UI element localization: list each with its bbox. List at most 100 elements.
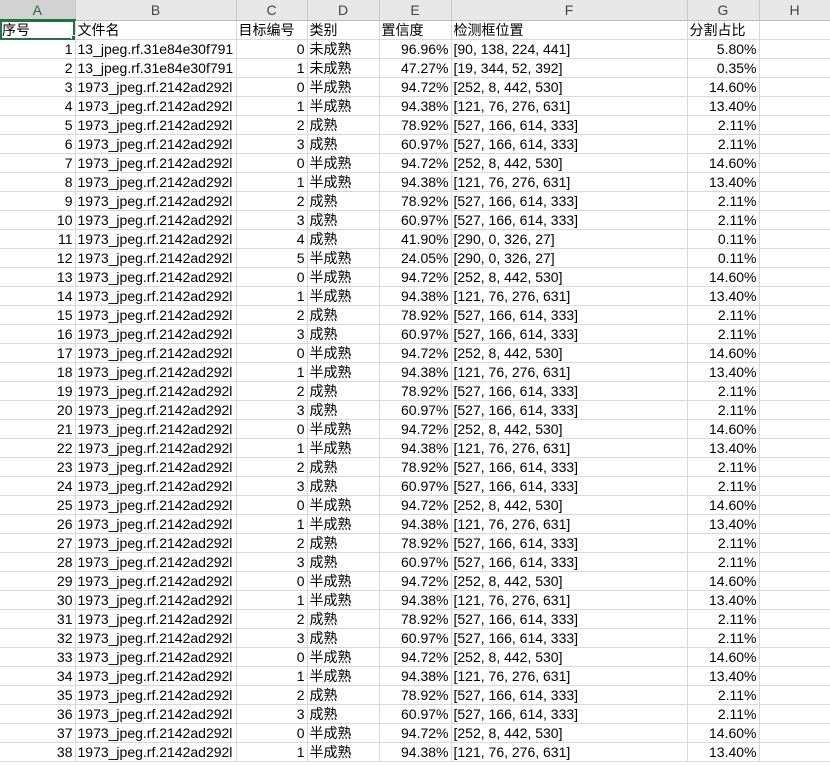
cell-bbox[interactable]: [527, 166, 614, 333] — [451, 685, 688, 705]
cell-bbox[interactable]: [527, 166, 614, 333] — [451, 134, 688, 154]
cell-target-id[interactable]: 0 — [236, 267, 308, 287]
cell-category[interactable]: 成熟 — [307, 704, 380, 724]
header-cell-category[interactable]: 类别 — [307, 20, 380, 40]
cell-bbox[interactable]: [121, 76, 276, 631] — [451, 742, 688, 762]
cell-confidence[interactable]: 78.92% — [379, 305, 452, 325]
cell-category[interactable]: 成熟 — [307, 210, 380, 230]
cell-target-id[interactable]: 0 — [236, 77, 308, 97]
fill-handle[interactable] — [70, 35, 74, 39]
cell-index[interactable]: 30 — [0, 590, 76, 610]
cell-bbox[interactable]: [527, 166, 614, 333] — [451, 191, 688, 211]
cell-category[interactable]: 成熟 — [307, 229, 380, 249]
cell-bbox[interactable]: [252, 8, 442, 530] — [451, 267, 688, 287]
cell-category[interactable]: 未成熟 — [307, 39, 380, 59]
cell-category[interactable]: 成熟 — [307, 628, 380, 648]
cell-target-id[interactable]: 0 — [236, 153, 308, 173]
cell-confidence[interactable]: 78.92% — [379, 457, 452, 477]
cell-seg-ratio[interactable]: 2.11% — [687, 210, 760, 230]
cell-bbox[interactable]: [527, 166, 614, 333] — [451, 400, 688, 420]
cell-filename[interactable]: 1973_jpeg.rf.2142ad292l — [75, 704, 237, 724]
cell-bbox[interactable]: [527, 166, 614, 333] — [451, 457, 688, 477]
cell-index[interactable]: 7 — [0, 153, 76, 173]
header-cell-seg-ratio[interactable]: 分割占比 — [687, 20, 760, 40]
cell-category[interactable]: 半成熟 — [307, 742, 380, 762]
cell-bbox[interactable]: [252, 8, 442, 530] — [451, 647, 688, 667]
cell-bbox[interactable]: [527, 166, 614, 333] — [451, 609, 688, 629]
cell-confidence[interactable]: 94.72% — [379, 343, 452, 363]
cell-bbox[interactable]: [527, 166, 614, 333] — [451, 704, 688, 724]
cell-seg-ratio[interactable]: 2.11% — [687, 400, 760, 420]
cell-confidence[interactable]: 60.97% — [379, 134, 452, 154]
cell-confidence[interactable]: 94.72% — [379, 495, 452, 515]
cell-index[interactable]: 3 — [0, 77, 76, 97]
cell-index[interactable]: 4 — [0, 96, 76, 116]
cell-seg-ratio[interactable]: 13.40% — [687, 362, 760, 382]
cell-bbox[interactable]: [527, 166, 614, 333] — [451, 210, 688, 230]
cell-target-id[interactable]: 0 — [236, 571, 308, 591]
cell-target-id[interactable]: 2 — [236, 457, 308, 477]
cell-empty[interactable] — [759, 39, 830, 59]
cell-bbox[interactable]: [121, 76, 276, 631] — [451, 172, 688, 192]
cell-filename[interactable]: 1973_jpeg.rf.2142ad292l — [75, 590, 237, 610]
cell-empty[interactable] — [759, 210, 830, 230]
cell-seg-ratio[interactable]: 2.11% — [687, 305, 760, 325]
cell-empty[interactable] — [759, 704, 830, 724]
cell-index[interactable]: 22 — [0, 438, 76, 458]
cell-target-id[interactable]: 1 — [236, 666, 308, 686]
cell-confidence[interactable]: 94.72% — [379, 647, 452, 667]
cell-filename[interactable]: 1973_jpeg.rf.2142ad292l — [75, 267, 237, 287]
cell-target-id[interactable]: 3 — [236, 210, 308, 230]
cell-target-id[interactable]: 0 — [236, 419, 308, 439]
cell-empty[interactable] — [759, 571, 830, 591]
cell-index[interactable]: 31 — [0, 609, 76, 629]
cell-filename[interactable]: 1973_jpeg.rf.2142ad292l — [75, 723, 237, 743]
cell-confidence[interactable]: 60.97% — [379, 704, 452, 724]
cell-category[interactable]: 成熟 — [307, 552, 380, 572]
cell-empty[interactable] — [759, 495, 830, 515]
cell-empty[interactable] — [759, 628, 830, 648]
column-header-b[interactable]: B — [75, 0, 237, 21]
cell-filename[interactable]: 1973_jpeg.rf.2142ad292l — [75, 305, 237, 325]
cell-seg-ratio[interactable]: 2.11% — [687, 476, 760, 496]
cell-empty[interactable] — [759, 685, 830, 705]
cell-confidence[interactable]: 94.38% — [379, 438, 452, 458]
cell-target-id[interactable]: 3 — [236, 628, 308, 648]
cell-category[interactable]: 半成熟 — [307, 571, 380, 591]
cell-target-id[interactable]: 2 — [236, 305, 308, 325]
column-header-a[interactable]: A — [0, 0, 76, 21]
cell-empty[interactable] — [759, 324, 830, 344]
cell-target-id[interactable]: 4 — [236, 229, 308, 249]
cell-filename[interactable]: 1973_jpeg.rf.2142ad292l — [75, 286, 237, 306]
cell-bbox[interactable]: [527, 166, 614, 333] — [451, 305, 688, 325]
cell-filename[interactable]: 1973_jpeg.rf.2142ad292l — [75, 495, 237, 515]
cell-empty[interactable] — [759, 419, 830, 439]
cell-target-id[interactable]: 1 — [236, 438, 308, 458]
cell-confidence[interactable]: 60.97% — [379, 552, 452, 572]
cell-bbox[interactable]: [252, 8, 442, 530] — [451, 495, 688, 515]
cell-bbox[interactable]: [121, 76, 276, 631] — [451, 666, 688, 686]
cell-bbox[interactable]: [121, 76, 276, 631] — [451, 286, 688, 306]
cell-index[interactable]: 19 — [0, 381, 76, 401]
cell-filename[interactable]: 1973_jpeg.rf.2142ad292l — [75, 134, 237, 154]
cell-index[interactable]: 20 — [0, 400, 76, 420]
cell-empty[interactable] — [759, 58, 830, 78]
cell-category[interactable]: 半成熟 — [307, 77, 380, 97]
cell-confidence[interactable]: 94.72% — [379, 153, 452, 173]
cell-filename[interactable]: 1973_jpeg.rf.2142ad292l — [75, 115, 237, 135]
cell-target-id[interactable]: 2 — [236, 191, 308, 211]
cell-confidence[interactable]: 94.72% — [379, 723, 452, 743]
cell-category[interactable]: 未成熟 — [307, 58, 380, 78]
cell-filename[interactable]: 1973_jpeg.rf.2142ad292l — [75, 685, 237, 705]
cell-index[interactable]: 38 — [0, 742, 76, 762]
cell-category[interactable]: 半成熟 — [307, 248, 380, 268]
cell-filename[interactable]: 1973_jpeg.rf.2142ad292l — [75, 172, 237, 192]
cell-seg-ratio[interactable]: 13.40% — [687, 514, 760, 534]
cell-confidence[interactable]: 60.97% — [379, 400, 452, 420]
cell-seg-ratio[interactable]: 0.11% — [687, 248, 760, 268]
cell-seg-ratio[interactable]: 14.60% — [687, 267, 760, 287]
cell-filename[interactable]: 1973_jpeg.rf.2142ad292l — [75, 362, 237, 382]
cell-bbox[interactable]: [527, 166, 614, 333] — [451, 533, 688, 553]
cell-seg-ratio[interactable]: 14.60% — [687, 419, 760, 439]
column-header-f[interactable]: F — [451, 0, 688, 21]
cell-filename[interactable]: 1973_jpeg.rf.2142ad292l — [75, 324, 237, 344]
